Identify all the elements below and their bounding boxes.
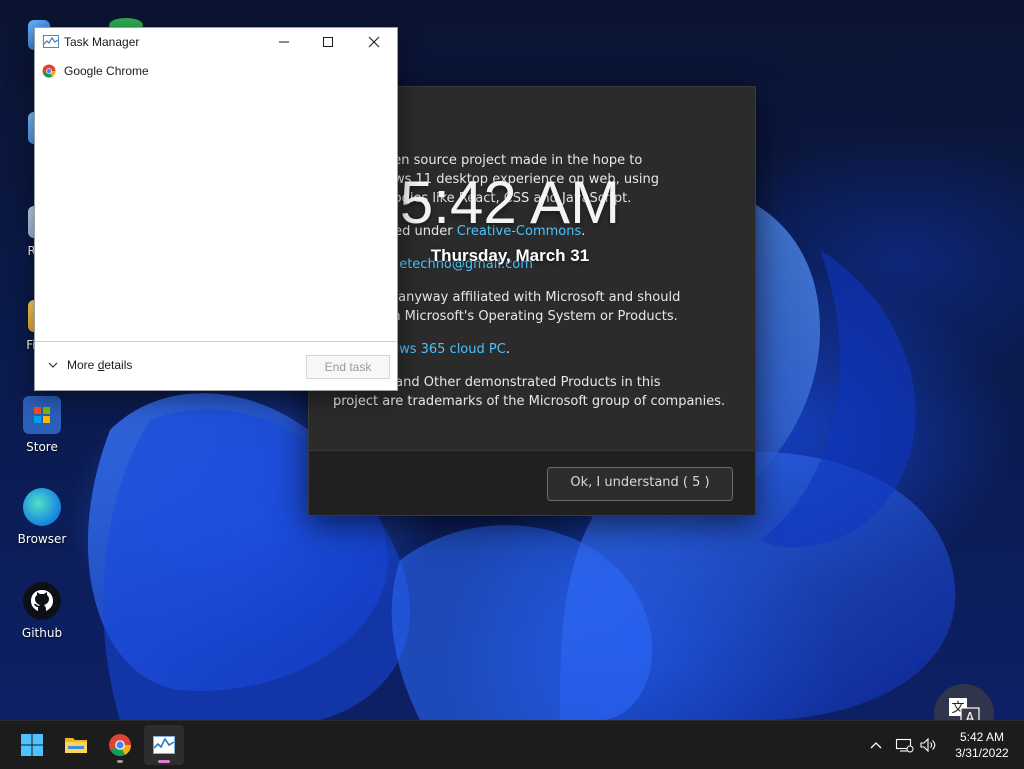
more-details-label: More details (67, 358, 132, 372)
minimize-icon (279, 41, 289, 43)
taskbar-start-button[interactable] (12, 725, 52, 765)
ok-understand-button[interactable]: Ok, I understand ( 5 ) (547, 467, 733, 501)
lockscreen-clock-date: Thursday, March 31 (430, 246, 590, 265)
volume-button[interactable] (918, 735, 938, 755)
desktop-icon-store[interactable]: Store (2, 396, 82, 454)
close-icon (368, 36, 380, 48)
maximize-button[interactable] (305, 28, 351, 56)
more-details-toggle[interactable]: More details (47, 358, 132, 376)
process-name: Google Chrome (64, 64, 149, 78)
more-details-text: etails (104, 358, 133, 372)
task-manager-window: Task Manager Google Chrome More details … (34, 27, 398, 391)
desktop-icon-label: Github (21, 626, 63, 640)
task-manager-icon (43, 35, 59, 48)
volume-icon (920, 737, 936, 753)
task-manager-bottom-bar: More details End task (35, 341, 397, 390)
desktop-icon-browser[interactable]: Browser (2, 488, 82, 546)
window-title: Task Manager (64, 35, 140, 49)
show-hidden-icons-button[interactable] (866, 735, 886, 755)
network-icon (895, 738, 914, 753)
process-row[interactable]: Google Chrome (35, 60, 395, 82)
taskbar-chrome[interactable] (100, 725, 140, 765)
chrome-icon (109, 734, 132, 757)
about-text: . (505, 342, 510, 357)
task-manager-icon (153, 736, 175, 754)
taskbar-time: 5:42 AM (959, 730, 1005, 744)
github-icon (23, 582, 61, 620)
taskbar: 5:42 AM 3/31/2022 (0, 720, 1024, 769)
close-button[interactable] (351, 28, 397, 56)
chevron-up-icon (870, 742, 882, 749)
task-manager-titlebar[interactable]: Task Manager (35, 28, 397, 56)
svg-text:A: A (966, 711, 975, 720)
chrome-icon (42, 64, 56, 78)
taskbar-clock[interactable]: 5:42 AM 3/31/2022 (944, 729, 1020, 761)
taskbar-date: 3/31/2022 (955, 746, 1009, 760)
more-details-text: More (67, 358, 98, 372)
running-indicator (117, 760, 123, 763)
store-icon (23, 396, 61, 434)
language-button[interactable]: 文 A (934, 684, 994, 720)
network-button[interactable] (894, 735, 914, 755)
desktop: Un Recy File E Store Browser Github (0, 0, 1024, 720)
edge-browser-icon (23, 488, 61, 526)
taskbar-file-explorer[interactable] (56, 725, 96, 765)
windows-icon (21, 734, 43, 756)
desktop-icon-github[interactable]: Github (2, 582, 82, 640)
desktop-icon-label: Browser (17, 532, 67, 546)
lockscreen-clock-time: 5:42 AM (399, 169, 621, 236)
desktop-icon-label: Store (26, 440, 58, 454)
minimize-button[interactable] (261, 28, 307, 56)
maximize-icon (323, 37, 333, 47)
translate-icon: 文 A (949, 698, 980, 720)
about-dialog-footer: Ok, I understand ( 5 ) (309, 450, 755, 515)
taskbar-task-manager[interactable] (144, 725, 184, 765)
end-task-button[interactable]: End task (306, 355, 390, 379)
about-text: project are trademarks of the Microsoft … (333, 394, 726, 409)
chevron-down-icon (47, 358, 67, 372)
folder-icon (65, 738, 87, 753)
active-indicator (158, 760, 170, 763)
